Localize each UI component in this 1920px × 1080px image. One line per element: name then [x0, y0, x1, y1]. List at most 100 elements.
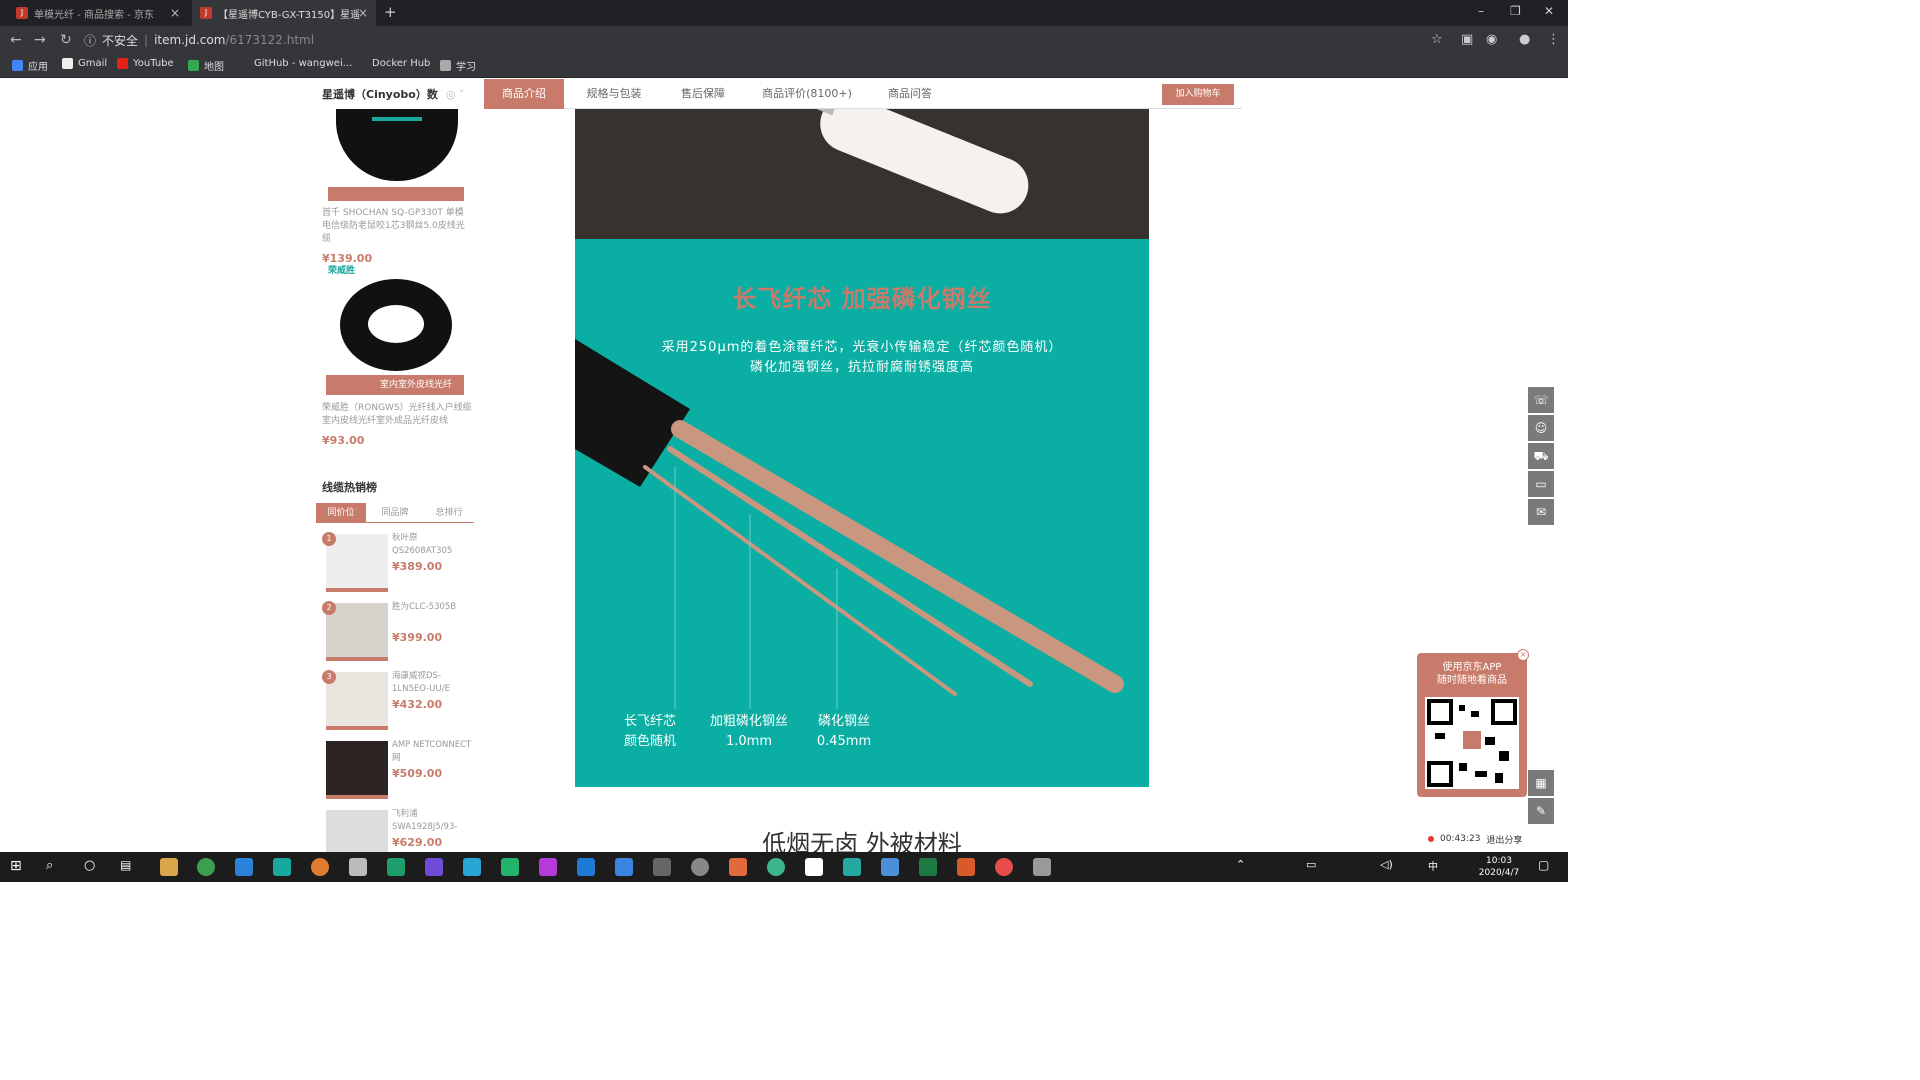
qr-toggle-icon[interactable]: ▦: [1528, 770, 1554, 796]
menu-icon[interactable]: ⋮: [1547, 32, 1560, 47]
table-row[interactable]: 3 海康威视DS-1LN5EO-UU/E ¥432.00: [322, 670, 472, 736]
product-name[interactable]: AMP NETCONNECT网: [392, 739, 472, 765]
account-icon[interactable]: ☺: [1528, 415, 1554, 441]
volume-icon[interactable]: ◁): [1380, 858, 1398, 876]
feedback-icon[interactable]: ✎: [1528, 798, 1554, 824]
tab-qa[interactable]: 商品问答: [882, 79, 938, 109]
task-view-icon[interactable]: ▤: [120, 858, 138, 876]
table-row[interactable]: 飞利浦 SWA1928J5/93- ¥629.00: [322, 808, 472, 852]
tab-overall[interactable]: 总排行: [424, 503, 474, 523]
tab-spec-packaging[interactable]: 规格与包装: [580, 79, 648, 109]
app-qr-promo[interactable]: 使用京东APP 随时随地看商品: [1417, 653, 1527, 797]
goland-icon[interactable]: [463, 858, 481, 876]
add-to-cart-button[interactable]: 加入购物车: [1162, 84, 1234, 105]
store-icon[interactable]: [235, 858, 253, 876]
product-image[interactable]: 荣威胜 室内室外皮线光纤: [322, 261, 472, 397]
product-thumbnail[interactable]: [326, 534, 388, 592]
app-icon[interactable]: [349, 858, 367, 876]
vscode-icon[interactable]: [577, 858, 595, 876]
list-item[interactable]: 首千 SHOCHAN SQ-GP330T 单模电信级防老鼠咬1芯3钢丝5.0皮线…: [322, 207, 472, 265]
close-tab-icon[interactable]: ×: [170, 6, 180, 20]
close-window-button[interactable]: ✕: [1544, 4, 1554, 18]
file-explorer-icon[interactable]: [160, 858, 178, 876]
bookmark-star-icon[interactable]: ☆: [1431, 32, 1443, 47]
product-name[interactable]: 首千 SHOCHAN SQ-GP330T 单模电信级防老鼠咬1芯3钢丝5.0皮线…: [322, 207, 472, 246]
customer-service-icon[interactable]: ☏: [1528, 387, 1554, 413]
table-row[interactable]: 1 秋叶原 QS2608AT305 ¥389.00: [322, 532, 472, 598]
app-icon[interactable]: [957, 858, 975, 876]
app-icon[interactable]: [691, 858, 709, 876]
url-bar[interactable]: ⓘ 不安全 | item.jd.com /6173122.html: [84, 29, 1454, 51]
product-name[interactable]: 飞利浦 SWA1928J5/93-: [392, 808, 472, 834]
extension-icon[interactable]: ▣: [1461, 32, 1473, 47]
new-tab-button[interactable]: +: [384, 3, 397, 21]
message-icon[interactable]: ✉: [1528, 499, 1554, 525]
phpstorm-icon[interactable]: [539, 858, 557, 876]
network-icon[interactable]: ▭: [1306, 858, 1324, 876]
app-icon[interactable]: [615, 858, 633, 876]
exit-share-button[interactable]: 退出分享: [1486, 833, 1522, 846]
browser-tab-active[interactable]: J 【星遥博CYB-GX-T3150】星遥 ×: [192, 0, 376, 26]
back-button[interactable]: ←: [10, 32, 22, 48]
chrome-icon[interactable]: [197, 858, 215, 876]
forward-button[interactable]: →: [34, 32, 46, 48]
bookmark-github[interactable]: GitHub - wangwei...: [238, 58, 352, 69]
tab-same-price[interactable]: 同价位: [316, 503, 366, 523]
bookmark-youtube[interactable]: YouTube: [117, 58, 174, 69]
intellij-icon[interactable]: [425, 858, 443, 876]
product-name[interactable]: 海康威视DS-1LN5EO-UU/E: [392, 670, 472, 696]
tab-same-brand[interactable]: 同品牌: [370, 503, 420, 523]
firefox-icon[interactable]: [311, 858, 329, 876]
list-item[interactable]: 荣威胜（RONGWS）光纤线入户线缆室内皮线光纤室外成品光纤皮线 ¥93.00: [322, 402, 472, 447]
datagrip-icon[interactable]: [387, 858, 405, 876]
bookmark-maps[interactable]: 地图: [188, 58, 224, 73]
reload-button[interactable]: ↻: [60, 32, 72, 48]
app-icon[interactable]: [273, 858, 291, 876]
tab-after-sales[interactable]: 售后保障: [670, 79, 736, 109]
bookmark-study-folder[interactable]: 学习: [440, 58, 476, 73]
app-icon[interactable]: [729, 858, 747, 876]
start-menu-icon[interactable]: ⊞: [10, 858, 28, 876]
excel-icon[interactable]: [919, 858, 937, 876]
table-row[interactable]: AMP NETCONNECT网 ¥509.00: [322, 739, 472, 805]
product-thumbnail[interactable]: [326, 810, 388, 852]
app-icon[interactable]: [881, 858, 899, 876]
table-row[interactable]: 2 胜为CLC-5305B ¥399.00: [322, 601, 472, 667]
bookmark-dockerhub[interactable]: Docker Hub: [356, 58, 430, 69]
product-thumbnail[interactable]: [326, 603, 388, 661]
tab-product-intro[interactable]: 商品介绍: [484, 79, 564, 109]
close-qr-promo-button[interactable]: ×: [1517, 649, 1529, 661]
product-thumbnail[interactable]: [326, 672, 388, 730]
browser-tab[interactable]: J 单模光纤 - 商品搜索 - 京东 ×: [8, 0, 188, 26]
product-thumbnail[interactable]: [326, 741, 388, 799]
cortana-icon[interactable]: ○: [84, 858, 102, 876]
taskbar-clock[interactable]: 10:03 2020/4/7: [1472, 855, 1526, 879]
notion-icon[interactable]: [805, 858, 823, 876]
product-image[interactable]: [322, 109, 472, 205]
tray-chevron-icon[interactable]: ⌃: [1236, 858, 1254, 876]
tab-reviews[interactable]: 商品评价(8100+): [762, 79, 852, 109]
active-app-icon[interactable]: [843, 858, 861, 876]
product-name[interactable]: 胜为CLC-5305B: [392, 601, 472, 614]
info-icon[interactable]: ⓘ: [84, 32, 96, 49]
profile-icon[interactable]: ●: [1519, 32, 1530, 47]
app-icon[interactable]: [995, 858, 1013, 876]
product-name[interactable]: 秋叶原 QS2608AT305: [392, 532, 472, 558]
product-name[interactable]: 荣威胜（RONGWS）光纤线入户线缆室内皮线光纤室外成品光纤皮线: [322, 402, 472, 428]
cart-icon[interactable]: ⛟: [1528, 443, 1554, 469]
notification-icon[interactable]: ▢: [1538, 858, 1556, 876]
app-icon[interactable]: [653, 858, 671, 876]
store-name[interactable]: 星遥博（Cinyobo）数: [322, 86, 438, 102]
minimize-button[interactable]: –: [1478, 4, 1484, 18]
extension-icon[interactable]: ◉: [1486, 32, 1497, 47]
app-icon[interactable]: [767, 858, 785, 876]
bookmark-apps[interactable]: 应用: [12, 58, 48, 73]
ime-icon[interactable]: 中: [1428, 858, 1446, 876]
close-tab-icon[interactable]: ×: [358, 6, 368, 20]
restore-button[interactable]: ❐: [1510, 4, 1521, 18]
coupon-icon[interactable]: ▭: [1528, 471, 1554, 497]
search-icon[interactable]: ⌕: [46, 858, 64, 876]
bookmark-gmail[interactable]: Gmail: [62, 58, 107, 69]
store-service-icon[interactable]: ◎ ˅: [446, 88, 465, 101]
app-icon[interactable]: [1033, 858, 1051, 876]
